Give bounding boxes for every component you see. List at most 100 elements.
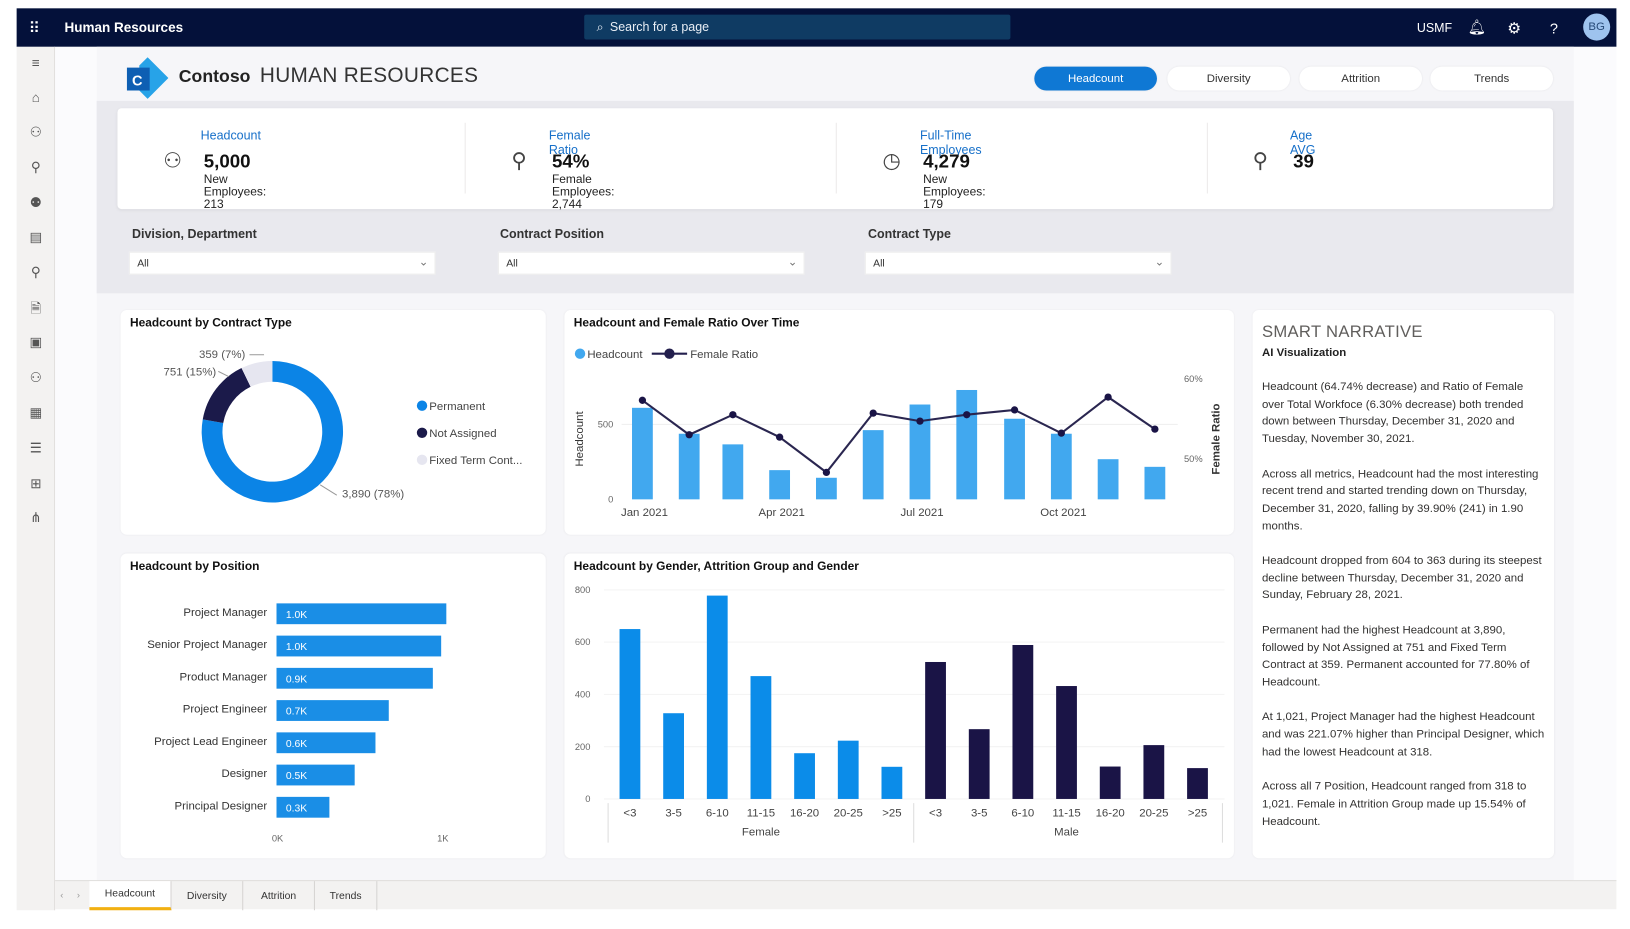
- donut-card: Headcount by Contract Type 3,890 (78%) 75…: [120, 310, 546, 535]
- headcount-bar: [1050, 433, 1072, 500]
- chevron-down-icon: ⌄: [787, 255, 798, 269]
- y2-tick-label: 60%: [1184, 374, 1203, 384]
- person-swap-icon[interactable]: ⚇: [17, 369, 55, 386]
- narrative-subtitle: AI Visualization: [1261, 346, 1347, 359]
- search-input[interactable]: ⌕ Search for a page: [584, 14, 1011, 40]
- narrative-title: SMART NARRATIVE: [1261, 323, 1423, 342]
- gear-icon[interactable]: ⚙: [1507, 8, 1521, 46]
- left-nav-rail: ≡ ⌂ ⚇ ⚲ ⚉ ▤ ⚲ 🗎︎ ▣ ⚇ ▦ ☰ ⊞ ⋔: [16, 46, 56, 911]
- x-tick-label: Jan 2021: [621, 507, 668, 519]
- help-icon[interactable]: ?: [1550, 8, 1558, 46]
- x-tick-label: 11-15: [1052, 808, 1080, 820]
- smart-narrative: SMART NARRATIVE AI Visualization Headcou…: [1252, 310, 1555, 859]
- page-tab-attrition[interactable]: Attrition: [243, 881, 315, 911]
- clipboard-icon[interactable]: ▤: [17, 229, 55, 246]
- page-tabs-bar: ‹ › Headcount Diversity Attrition Trends: [55, 880, 1617, 911]
- y-tick-label: 500: [598, 420, 614, 430]
- next-page-icon[interactable]: ›: [77, 889, 80, 899]
- divider: [1206, 122, 1208, 194]
- documents-icon[interactable]: ▣: [17, 334, 55, 351]
- y-tick-label: 400: [575, 690, 591, 700]
- tab-trends[interactable]: Trends: [1430, 66, 1554, 91]
- group-label: Female: [742, 826, 780, 838]
- x-tick-label: 16-20: [1096, 808, 1125, 820]
- gender-bar-chart: 0 200 400 600 800 <3 3-5 6-10 11-15 16-20 20-25 >25…: [575, 585, 1225, 843]
- category-label: Project Manager: [183, 607, 267, 619]
- people-icon: ⚇: [163, 149, 182, 173]
- kpi-value: 4,279: [923, 150, 970, 172]
- data-label: 1.0K: [286, 642, 307, 653]
- page-tab-headcount[interactable]: Headcount: [89, 881, 172, 911]
- x-tick-label: Oct 2021: [1040, 507, 1086, 519]
- document-icon[interactable]: 🗎︎: [17, 300, 55, 323]
- page-tab-trends[interactable]: Trends: [315, 881, 378, 911]
- dropdown-value: All: [137, 257, 149, 270]
- attrition-bar: [794, 753, 815, 799]
- data-label: 359 (7%): [199, 349, 246, 361]
- legend-marker: [416, 400, 428, 411]
- legend-marker: [574, 348, 586, 359]
- legend-label: Not Assigned: [429, 428, 496, 440]
- female-ratio-point: [729, 411, 737, 419]
- attrition-bar: [706, 595, 728, 799]
- person-document-icon[interactable]: ⚲: [17, 159, 55, 176]
- headcount-bar: [862, 430, 884, 500]
- page-title: HUMAN RESOURCES: [259, 64, 479, 88]
- org-icon[interactable]: ⊞: [17, 475, 55, 492]
- x-tick-label: 11-15: [747, 808, 775, 820]
- avatar[interactable]: BG: [1583, 13, 1611, 41]
- x-tick-label: Jul 2021: [900, 507, 943, 519]
- gender-card: Headcount by Gender, Attrition Group and…: [564, 553, 1234, 859]
- search-icon: ⌕: [596, 19, 604, 34]
- x-tick-label: 6-10: [1011, 808, 1034, 820]
- report-icon[interactable]: ▦: [17, 405, 55, 422]
- person-settings-icon[interactable]: ⚲: [17, 264, 55, 281]
- female-ratio-point: [963, 411, 971, 419]
- dropdown-value: All: [506, 257, 518, 270]
- female-ratio-line: [641, 395, 1156, 474]
- company-selector[interactable]: USMF: [1417, 8, 1452, 46]
- hamburger-menu-icon[interactable]: ≡: [17, 55, 55, 71]
- attrition-bar: [1056, 686, 1077, 799]
- filter-label-division: Division, Department: [132, 226, 257, 242]
- x-tick-label: 6-10: [706, 808, 729, 820]
- home-icon[interactable]: ⌂: [17, 89, 55, 105]
- category-label: Principal Designer: [174, 800, 267, 812]
- female-ratio-point: [1151, 425, 1159, 433]
- attrition-bar: [925, 661, 946, 799]
- list-icon[interactable]: ☰: [17, 440, 55, 457]
- y-tick-label: 600: [575, 637, 591, 647]
- tab-attrition[interactable]: Attrition: [1299, 66, 1423, 91]
- attrition-bar: [619, 629, 641, 799]
- division-dropdown[interactable]: All ⌄: [128, 251, 436, 275]
- contract-position-dropdown[interactable]: All ⌄: [497, 251, 805, 275]
- person-chart-icon: ⚲: [1252, 149, 1268, 173]
- contract-type-dropdown[interactable]: All ⌄: [864, 251, 1172, 275]
- prev-page-icon[interactable]: ‹: [60, 889, 63, 899]
- people-icon[interactable]: ⚇: [17, 124, 55, 141]
- x-tick-label: 3-5: [665, 808, 682, 820]
- y-tick-label: 800: [575, 585, 591, 595]
- category-label: Project Engineer: [183, 704, 268, 716]
- female-ratio-point: [638, 396, 647, 404]
- attrition-bar: [750, 676, 772, 799]
- headcount-bar: [816, 477, 837, 500]
- data-label: 0.7K: [286, 707, 307, 718]
- data-label: 0.5K: [286, 771, 307, 782]
- app-launcher-icon[interactable]: ⠿: [19, 18, 50, 37]
- group-icon[interactable]: ⚉: [17, 195, 55, 212]
- bell-icon[interactable]: 🔔︎: [1468, 8, 1486, 46]
- kpi-value: 39: [1293, 150, 1314, 172]
- attrition-bar: [1187, 768, 1208, 799]
- group-label: Male: [1054, 826, 1079, 838]
- leader-line: [218, 370, 229, 378]
- clock-icon: ◷: [882, 149, 901, 173]
- tab-diversity[interactable]: Diversity: [1167, 66, 1291, 91]
- hierarchy-icon[interactable]: ⋔: [17, 510, 55, 527]
- kpi-sub: New Employees: 179: [923, 173, 986, 212]
- legend-marker: [416, 427, 428, 438]
- page-tab-diversity[interactable]: Diversity: [172, 881, 244, 911]
- x-tick-label: 20-25: [1139, 808, 1168, 820]
- legend-label: Fixed Term Cont...: [429, 455, 522, 467]
- tab-headcount[interactable]: Headcount: [1034, 66, 1157, 91]
